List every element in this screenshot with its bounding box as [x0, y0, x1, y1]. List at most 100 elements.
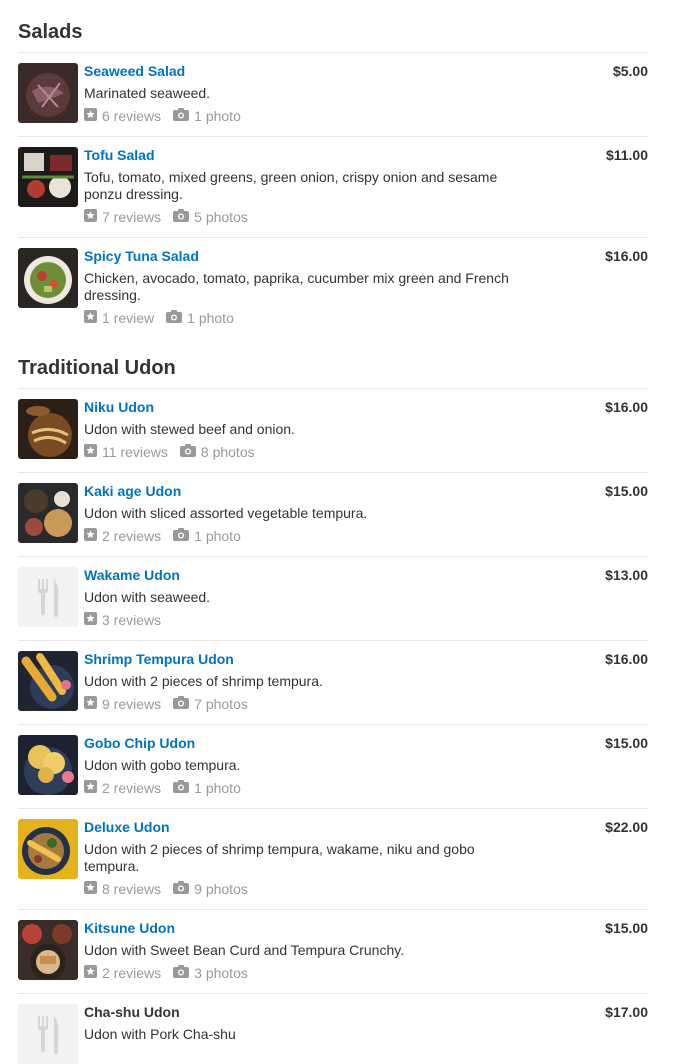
star-icon: [84, 527, 97, 545]
item-description: Tofu, tomato, mixed greens, green onion,…: [84, 169, 498, 202]
item-divider: [18, 237, 648, 238]
item-name-link[interactable]: Seaweed Salad: [84, 63, 524, 79]
camera-icon: [173, 964, 190, 982]
review-count: 7 reviews: [102, 209, 162, 225]
photos-link[interactable]: 1 photo: [166, 309, 234, 327]
item-divider: [18, 556, 648, 557]
section-divider: [18, 52, 648, 53]
photo-count: 1 photo: [194, 108, 241, 124]
item-name: Cha-shu Udon: [84, 1004, 180, 1020]
item-name-link[interactable]: Gobo Chip Udon: [84, 735, 524, 751]
item-price: $11.00: [605, 147, 648, 163]
photos-link[interactable]: 9 photos: [173, 880, 248, 898]
review-count: 2 reviews: [102, 965, 162, 981]
item-description: Udon with 2 pieces of shrimp tempura, wa…: [84, 841, 475, 874]
star-icon: [84, 964, 97, 982]
photo-count: 8 photos: [200, 444, 255, 460]
item-price: $5.00: [612, 63, 648, 79]
review-count: 2 reviews: [102, 780, 162, 796]
reviews-link[interactable]: 8 reviews: [84, 880, 161, 898]
star-icon: [84, 107, 97, 125]
photos-link[interactable]: 1 photo: [173, 527, 241, 545]
review-count: 9 reviews: [102, 696, 162, 712]
camera-icon: [173, 695, 190, 713]
section-title-traditional-udon: Traditional Udon: [18, 357, 176, 379]
photo-count: 1 photo: [194, 528, 241, 544]
camera-icon: [179, 443, 196, 461]
star-icon: [84, 880, 97, 898]
camera-icon: [173, 880, 190, 898]
camera-icon: [173, 527, 190, 545]
item-price: $15.00: [605, 483, 648, 499]
tofu-salad-photo[interactable]: [18, 147, 78, 207]
seaweed-salad-photo[interactable]: [18, 63, 78, 123]
photos-link[interactable]: 5 photos: [173, 208, 248, 226]
photos-link[interactable]: 8 photos: [179, 443, 255, 461]
deluxe-udon-photo[interactable]: [18, 819, 78, 879]
review-count: 3 reviews: [102, 612, 162, 628]
item-divider: [18, 640, 648, 641]
camera-icon: [173, 107, 190, 125]
placeholder-fork-knife-icon[interactable]: [18, 567, 78, 627]
item-name-link[interactable]: Tofu Salad: [84, 147, 524, 163]
item-divider: [18, 472, 648, 473]
item-name-link[interactable]: Kaki age Udon: [84, 483, 524, 499]
review-count: 6 reviews: [102, 108, 162, 124]
item-price: $15.00: [605, 735, 648, 751]
reviews-link[interactable]: 3 reviews: [84, 611, 161, 629]
niku-udon-photo[interactable]: [18, 399, 78, 459]
star-icon: [84, 443, 97, 461]
kitsune-udon-photo[interactable]: [18, 920, 78, 980]
photo-count: 3 photos: [194, 965, 248, 981]
item-description: Chicken, avocado, tomato, paprika, cucum…: [84, 270, 509, 303]
item-divider: [18, 136, 648, 137]
item-price: $16.00: [605, 399, 648, 415]
item-price: $22.00: [605, 819, 648, 835]
reviews-link[interactable]: 6 reviews: [84, 107, 161, 125]
spicy-tuna-salad-photo[interactable]: [18, 248, 78, 308]
placeholder-fork-knife-icon[interactable]: [18, 1004, 78, 1064]
reviews-link[interactable]: 2 reviews: [84, 964, 161, 982]
review-count: 2 reviews: [102, 528, 162, 544]
item-name-link[interactable]: Niku Udon: [84, 399, 524, 415]
item-description: Marinated seaweed.: [84, 85, 211, 101]
item-name-link[interactable]: Shrimp Tempura Udon: [84, 651, 524, 667]
photo-count: 5 photos: [194, 209, 248, 225]
reviews-link[interactable]: 2 reviews: [84, 779, 161, 797]
item-divider: [18, 909, 648, 910]
item-description: Udon with gobo tempura.: [84, 757, 241, 773]
kaki-age-udon-photo[interactable]: [18, 483, 78, 543]
star-icon: [84, 309, 97, 327]
review-count: 11 reviews: [102, 444, 168, 460]
photos-link[interactable]: 7 photos: [173, 695, 248, 713]
item-name-link[interactable]: Wakame Udon: [84, 567, 524, 583]
reviews-link[interactable]: 1 review: [84, 309, 154, 327]
photo-count: 9 photos: [194, 881, 248, 897]
item-description: Udon with sliced assorted vegetable temp…: [84, 505, 368, 521]
item-divider: [18, 993, 648, 994]
shrimp-tempura-udon-photo[interactable]: [18, 651, 78, 711]
item-name-link[interactable]: Kitsune Udon: [84, 920, 524, 936]
item-price: $16.00: [605, 248, 648, 264]
reviews-link[interactable]: 7 reviews: [84, 208, 161, 226]
reviews-link[interactable]: 9 reviews: [84, 695, 161, 713]
item-description: Udon with seaweed.: [84, 589, 211, 605]
item-price: $17.00: [605, 1004, 648, 1020]
camera-icon: [173, 208, 190, 226]
item-name-link[interactable]: Spicy Tuna Salad: [84, 248, 524, 264]
item-description: Udon with 2 pieces of shrimp tempura.: [84, 673, 323, 689]
section-title-salads: Salads: [18, 21, 83, 43]
photos-link[interactable]: 1 photo: [173, 779, 241, 797]
photos-link[interactable]: 1 photo: [173, 107, 241, 125]
item-price: $16.00: [605, 651, 648, 667]
item-description: Udon with Pork Cha-shu: [84, 1026, 236, 1042]
item-divider: [18, 724, 648, 725]
reviews-link[interactable]: 2 reviews: [84, 527, 161, 545]
star-icon: [84, 779, 97, 797]
camera-icon: [173, 779, 190, 797]
reviews-link[interactable]: 11 reviews: [84, 443, 168, 461]
photos-link[interactable]: 3 photos: [173, 964, 248, 982]
gobo-chip-udon-photo[interactable]: [18, 735, 78, 795]
review-count: 1 review: [102, 310, 155, 326]
item-name-link[interactable]: Deluxe Udon: [84, 819, 524, 835]
